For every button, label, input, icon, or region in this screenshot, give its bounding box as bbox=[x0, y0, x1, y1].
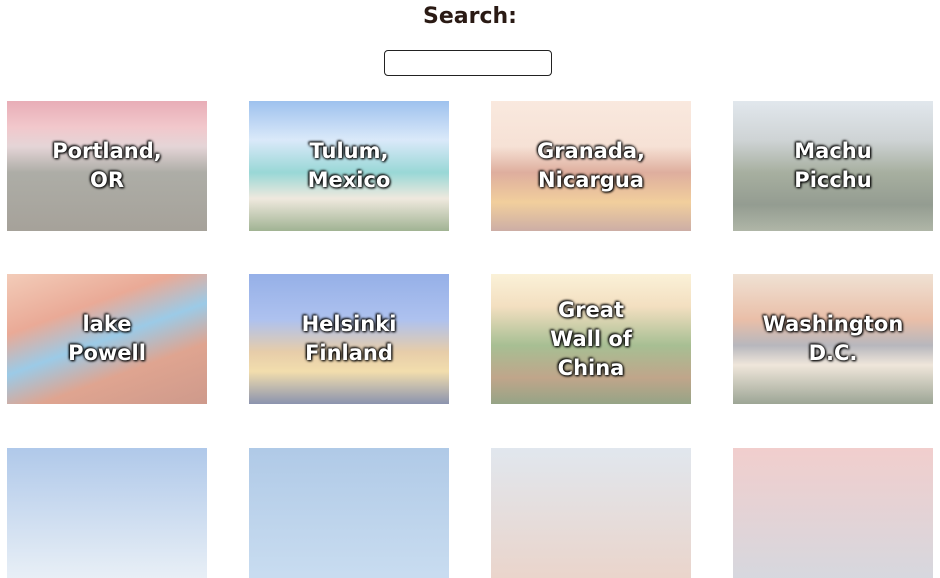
card-label: Machu Picchu bbox=[794, 139, 872, 192]
destination-card-portland[interactable]: Portland, OR bbox=[7, 101, 207, 231]
search-title: Search: bbox=[423, 4, 517, 29]
destination-image bbox=[7, 448, 207, 578]
destination-image bbox=[733, 448, 933, 578]
destination-card-partial[interactable] bbox=[249, 448, 449, 578]
card-label: Tulum, Mexico bbox=[307, 139, 391, 192]
destination-card-partial[interactable] bbox=[491, 448, 691, 578]
destination-image bbox=[491, 448, 691, 578]
destination-card-partial[interactable] bbox=[7, 448, 207, 578]
destination-card-washington[interactable]: Washington D.C. bbox=[733, 274, 933, 404]
destination-card-granada[interactable]: Granada, Nicargua bbox=[491, 101, 691, 231]
destination-card-machu-picchu[interactable]: Machu Picchu bbox=[733, 101, 933, 231]
card-label: Washington D.C. bbox=[762, 312, 904, 365]
card-label: Granada, Nicargua bbox=[536, 139, 646, 192]
destination-image bbox=[249, 448, 449, 578]
card-label: Helsinki Finland bbox=[301, 312, 397, 365]
destination-card-great-wall[interactable]: Great Wall of China bbox=[491, 274, 691, 404]
card-label: Great Wall of China bbox=[550, 297, 632, 380]
destination-card-lake-powell[interactable]: lake Powell bbox=[7, 274, 207, 404]
card-label: Portland, OR bbox=[52, 139, 162, 192]
search-input[interactable] bbox=[384, 50, 552, 76]
destination-card-partial[interactable] bbox=[733, 448, 933, 578]
card-label: lake Powell bbox=[68, 312, 146, 365]
destination-card-tulum[interactable]: Tulum, Mexico bbox=[249, 101, 449, 231]
destination-card-helsinki[interactable]: Helsinki Finland bbox=[249, 274, 449, 404]
